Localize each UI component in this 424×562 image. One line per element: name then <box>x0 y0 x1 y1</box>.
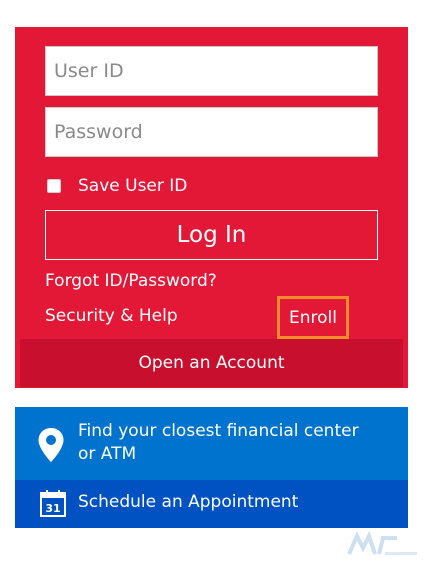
password-input[interactable] <box>45 107 378 157</box>
schedule-appointment-label: Schedule an Appointment <box>78 492 299 512</box>
location-pin-icon <box>38 428 64 462</box>
save-user-id-checkbox[interactable] <box>47 179 61 193</box>
open-account-button[interactable]: Open an Account <box>20 339 403 387</box>
calendar-day-number: 31 <box>45 502 60 515</box>
find-financial-center-label: Find your closest financial center or AT… <box>78 421 359 464</box>
security-help-link[interactable]: Security & Help <box>45 306 178 326</box>
schedule-appointment-link[interactable]: 31 Schedule an Appointment <box>15 480 408 528</box>
save-user-id-label[interactable]: Save User ID <box>78 176 187 196</box>
login-panel: Save User ID Log In Forgot ID/Password? … <box>15 27 408 388</box>
find-financial-center-link[interactable]: Find your closest financial center or AT… <box>15 407 408 480</box>
watermark-logo-icon <box>347 532 417 555</box>
save-user-id-row: Save User ID <box>47 175 187 197</box>
user-id-input[interactable] <box>45 46 378 96</box>
enroll-highlight-box: Enroll <box>277 296 349 339</box>
forgot-id-password-link[interactable]: Forgot ID/Password? <box>45 271 217 291</box>
enroll-link[interactable]: Enroll <box>289 308 337 328</box>
calendar-icon: 31 <box>40 490 66 517</box>
log-in-button[interactable]: Log In <box>45 210 378 260</box>
